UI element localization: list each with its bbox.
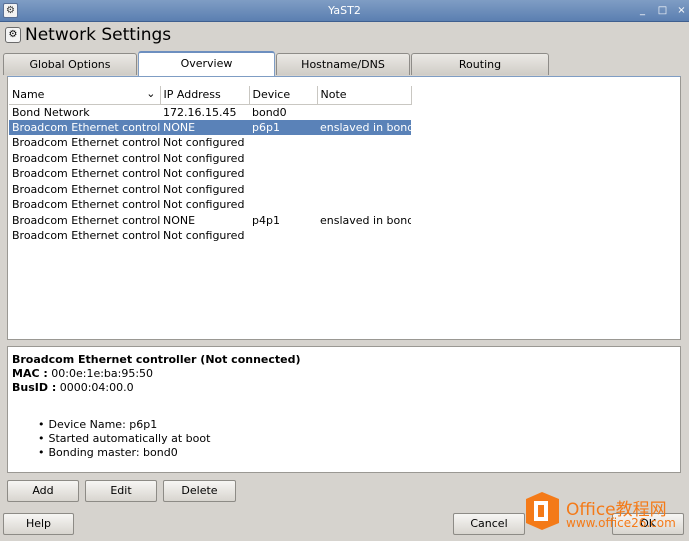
cell-device: bond0 — [252, 105, 287, 119]
maximize-icon[interactable]: □ — [656, 4, 669, 17]
add-button[interactable]: Add — [7, 480, 79, 502]
cell-ip: Not configured — [163, 182, 245, 196]
tab-label: Hostname/DNS — [301, 58, 385, 71]
cell-name: Broadcom Ethernet controller — [12, 136, 160, 150]
cell-ip: Not configured — [163, 167, 245, 181]
cell-device: p4p1 — [252, 213, 280, 227]
delete-button[interactable]: Delete — [163, 480, 236, 502]
cell-name: Broadcom Ethernet controller — [12, 182, 160, 196]
network-settings-icon: ⚙ — [5, 27, 21, 43]
tab-label: Overview — [180, 57, 233, 70]
table-row[interactable]: Bond Network 172.16.15.45 bond0 — [9, 104, 411, 120]
cell-note — [317, 151, 411, 167]
device-details-list: Device Name: p6p1 Started automatically … — [38, 418, 211, 460]
cell-ip: Not configured — [163, 136, 245, 150]
minimize-icon[interactable]: _ — [636, 4, 649, 17]
tab-label: Global Options — [29, 58, 111, 71]
cell-note — [317, 228, 411, 244]
cell-ip: Not configured — [163, 198, 245, 212]
tab-hostname-dns[interactable]: Hostname/DNS — [276, 53, 410, 75]
cell-device — [249, 151, 317, 167]
watermark-url: www.office26.com — [566, 516, 676, 530]
device-details-panel: Broadcom Ethernet controller (Not connec… — [7, 346, 681, 473]
mac-label: MAC : — [12, 367, 48, 380]
table-row[interactable]: Broadcom Ethernet controller NONE p4p1 e… — [9, 213, 411, 229]
table-row[interactable]: Broadcom Ethernet controller Not configu… — [9, 197, 411, 213]
details-heading: Broadcom Ethernet controller (Not connec… — [12, 353, 301, 366]
cell-device — [249, 135, 317, 151]
cell-ip: Not configured — [163, 229, 245, 243]
column-header-device[interactable]: Device — [249, 86, 318, 105]
edit-button[interactable]: Edit — [85, 480, 157, 502]
cell-device — [249, 166, 317, 182]
cell-name: Bond Network — [12, 105, 90, 119]
list-item: Started automatically at boot — [38, 432, 211, 446]
column-header-ip[interactable]: IP Address — [160, 86, 250, 105]
cell-name: Broadcom Ethernet controller — [12, 198, 160, 212]
list-item: Device Name: p6p1 — [38, 418, 210, 432]
table-row-selected[interactable]: Broadcom Ethernet controller NONE p6p1 e… — [9, 119, 411, 135]
cancel-button[interactable]: Cancel — [453, 513, 525, 535]
tab-label: Routing — [458, 58, 502, 71]
cell-note — [317, 166, 411, 182]
chevron-down-icon[interactable]: ⌄ — [146, 87, 155, 100]
cell-note — [317, 135, 411, 151]
table-row[interactable]: Broadcom Ethernet controller Not configu… — [9, 135, 411, 151]
network-cards-table[interactable]: Name ⌄ IP Address Device Note Bond Netwo… — [9, 86, 412, 244]
table-row[interactable]: Broadcom Ethernet controller Not configu… — [9, 228, 411, 244]
list-item: Bonding master: bond0 — [38, 446, 210, 460]
cell-ip: NONE — [163, 213, 196, 227]
column-header-note[interactable]: Note — [317, 86, 412, 105]
mac-value: 00:0e:1e:ba:95:50 — [51, 367, 154, 380]
cell-name: Broadcom Ethernet controller — [12, 151, 160, 165]
help-button[interactable]: Help — [3, 513, 74, 535]
page-title: Network Settings — [25, 25, 172, 45]
window-titlebar[interactable]: ⚙ YaST2 _ □ × — [0, 0, 689, 22]
window-title: YaST2 — [328, 4, 361, 17]
cell-name: Broadcom Ethernet controller — [12, 167, 160, 181]
close-icon[interactable]: × — [675, 4, 688, 17]
cell-name: Broadcom Ethernet controller — [9, 119, 160, 135]
table-row[interactable]: Broadcom Ethernet controller Not configu… — [9, 182, 411, 198]
office-watermark: Office教程网 www.office26.com — [524, 488, 689, 541]
cell-ip: 172.16.15.45 — [163, 105, 237, 119]
busid-label: BusID : — [12, 381, 57, 394]
cell-note: enslaved in bond0 — [320, 213, 411, 227]
table-row[interactable]: Broadcom Ethernet controller Not configu… — [9, 166, 411, 182]
cell-ip: Not configured — [163, 151, 245, 165]
network-cards-table-panel: Name ⌄ IP Address Device Note Bond Netwo… — [7, 76, 681, 340]
cell-note — [317, 182, 411, 198]
cell-device — [249, 197, 317, 213]
table-header-row: Name ⌄ IP Address Device Note — [9, 86, 412, 105]
cell-name: Broadcom Ethernet controller — [12, 229, 160, 243]
cell-note: enslaved in bond0 — [317, 119, 411, 135]
cell-device — [249, 182, 317, 198]
tab-routing[interactable]: Routing — [411, 53, 549, 75]
tab-overview[interactable]: Overview — [138, 51, 275, 76]
busid-value: 0000:04:00.0 — [59, 381, 134, 394]
cell-note — [317, 197, 411, 213]
device-details-text: Broadcom Ethernet controller (Not connec… — [12, 353, 301, 395]
cell-ip: NONE — [160, 119, 249, 135]
column-header-name[interactable]: Name ⌄ — [9, 86, 161, 105]
tab-global-options[interactable]: Global Options — [3, 53, 137, 75]
cell-device: p6p1 — [249, 119, 317, 135]
office-logo-icon — [526, 492, 559, 530]
cell-name: Broadcom Ethernet controller — [12, 213, 160, 227]
table-row[interactable]: Broadcom Ethernet controller Not configu… — [9, 151, 411, 167]
cell-note — [317, 104, 411, 120]
cell-device — [249, 228, 317, 244]
